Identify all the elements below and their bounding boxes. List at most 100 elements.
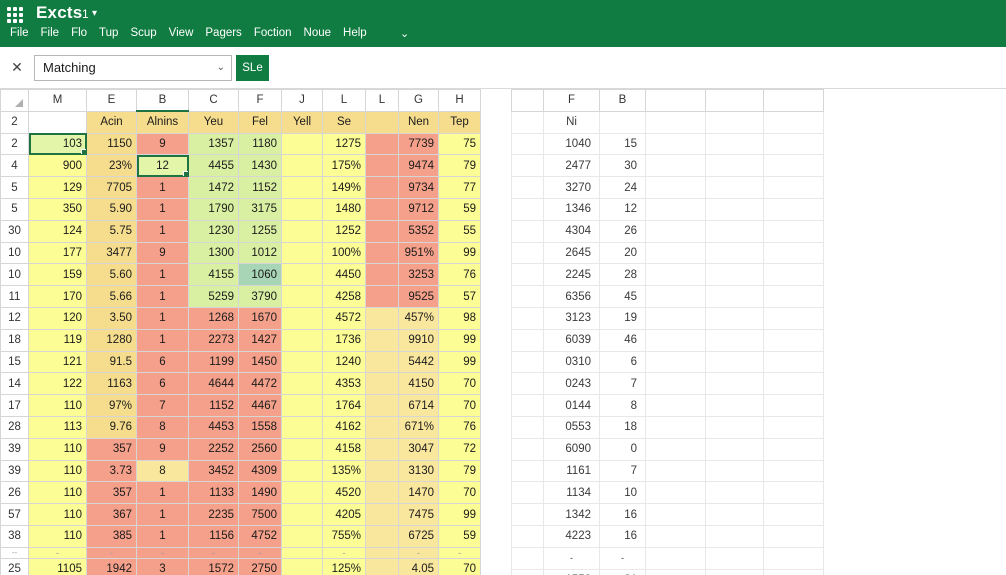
row-number[interactable]: 10 <box>0 241 29 265</box>
table-cell[interactable] <box>365 285 399 308</box>
row-number[interactable]: 26 <box>0 481 29 505</box>
table-row[interactable]: 3123 19 <box>511 306 824 330</box>
table-row[interactable]: 1346 12 <box>511 197 824 221</box>
table-cell[interactable]: 15 <box>599 132 646 156</box>
table-cell[interactable]: 1230 <box>188 219 239 243</box>
table-row[interactable]: 15 121 91.5 6 1199 1450 1240 5442 99 <box>0 350 481 374</box>
right-blank-cell[interactable] <box>511 503 544 526</box>
right-empty-cell[interactable] <box>763 176 824 199</box>
table-cell[interactable]: 3253 <box>398 263 439 287</box>
table-cell[interactable]: 110 <box>28 503 87 526</box>
table-cell[interactable]: 1 <box>136 197 189 221</box>
column-label-fel-4[interactable]: Fel <box>238 110 282 134</box>
right-blank-cell[interactable] <box>511 241 544 265</box>
right-empty-cell[interactable] <box>705 481 764 505</box>
menu-item-file-0[interactable]: File <box>4 25 35 41</box>
table-cell[interactable]: 1764 <box>322 394 366 417</box>
table-cell[interactable] <box>365 557 399 575</box>
table-cell[interactable]: 110 <box>28 437 87 461</box>
table-cell[interactable]: 99 <box>438 328 481 352</box>
table-cell[interactable] <box>365 503 399 526</box>
table-cell[interactable] <box>365 459 399 483</box>
right-empty-cell[interactable] <box>705 524 764 548</box>
table-cell[interactable] <box>365 132 399 156</box>
table-cell[interactable]: 4.05 <box>398 557 439 575</box>
table-row[interactable]: 1040 15 <box>511 132 824 156</box>
right-empty-cell[interactable] <box>645 241 706 265</box>
table-cell[interactable]: 1255 <box>238 219 282 243</box>
table-cell[interactable]: 1572 <box>188 557 239 575</box>
table-cell[interactable]: 6090 <box>543 437 600 461</box>
table-cell[interactable]: 79 <box>438 154 481 178</box>
right-blank-cell[interactable] <box>511 350 544 374</box>
right-blank-cell[interactable] <box>511 285 544 308</box>
spreadsheet-grid[interactable]: MEBCFJLLGH 2 Acin Alnins Yeu Fel Yell Se Nen Tep… <box>0 89 1006 575</box>
table-cell[interactable]: 6 <box>136 350 189 374</box>
table-cell[interactable]: 16 <box>599 503 646 526</box>
table-row[interactable]: 26 110 357 1 1133 1490 4520 1470 70 <box>0 481 481 505</box>
table-cell[interactable]: 6356 <box>543 285 600 308</box>
table-cell[interactable]: 6 <box>136 372 189 396</box>
table-cell[interactable]: 1430 <box>238 154 282 178</box>
row-number[interactable]: 57 <box>0 503 29 526</box>
table-cell[interactable] <box>281 176 323 199</box>
table-cell[interactable]: 1133 <box>188 481 239 505</box>
table-cell[interactable]: 1 <box>136 285 189 308</box>
right-empty-cell[interactable] <box>705 306 764 330</box>
table-cell[interactable]: 5259 <box>188 285 239 308</box>
table-cell[interactable] <box>281 241 323 265</box>
table-cell[interactable]: 91.5 <box>86 350 137 374</box>
right-blank-cell[interactable] <box>511 415 544 439</box>
table-row[interactable]: 14 122 1163 6 4644 4472 4353 4150 70 <box>0 372 481 396</box>
table-cell[interactable]: 3790 <box>238 285 282 308</box>
table-cell[interactable]: 3270 <box>543 176 600 199</box>
right-blank-cell[interactable] <box>511 219 544 243</box>
table-cell[interactable]: 103 <box>28 132 87 156</box>
table-cell[interactable]: 1490 <box>238 481 282 505</box>
table-cell[interactable]: 9 <box>136 132 189 156</box>
table-cell[interactable] <box>365 176 399 199</box>
right-empty-cell[interactable] <box>705 285 764 308</box>
search-input[interactable]: Matching ⌄ <box>34 54 232 81</box>
table-cell[interactable]: 3175 <box>238 197 282 221</box>
table-row[interactable]: 1161 7 <box>511 459 824 483</box>
menu-item-view-5[interactable]: View <box>163 25 200 41</box>
table-cell[interactable]: 23% <box>86 154 137 178</box>
column-header-empty-2[interactable] <box>763 89 824 112</box>
table-cell[interactable]: 121 <box>28 350 87 374</box>
row-number[interactable]: 5 <box>0 176 29 199</box>
table-cell[interactable] <box>281 263 323 287</box>
table-cell[interactable]: 1558 <box>238 415 282 439</box>
table-cell[interactable]: 1 <box>136 503 189 526</box>
table-cell[interactable]: 70 <box>438 394 481 417</box>
table-cell[interactable]: 0144 <box>543 394 600 417</box>
column-header-l-6[interactable]: L <box>322 89 366 112</box>
menu-item-tup-3[interactable]: Tup <box>93 25 124 41</box>
column-header-g-8[interactable]: G <box>398 89 439 112</box>
app-grid-icon[interactable] <box>7 7 23 23</box>
table-cell[interactable]: 4155 <box>188 263 239 287</box>
table-cell[interactable]: 1161 <box>543 459 600 483</box>
right-empty-cell[interactable] <box>763 241 824 265</box>
table-cell[interactable] <box>365 263 399 287</box>
table-cell[interactable]: 7475 <box>398 503 439 526</box>
right-empty-cell[interactable] <box>645 154 706 178</box>
column-header-c-3[interactable]: C <box>188 89 239 112</box>
table-cell[interactable] <box>281 557 323 575</box>
row-number[interactable]: 18 <box>0 328 29 352</box>
row-number[interactable]: 4 <box>0 154 29 178</box>
table-cell[interactable]: 4453 <box>188 415 239 439</box>
table-cell[interactable]: 75 <box>438 132 481 156</box>
table-cell[interactable]: 0310 <box>543 350 600 374</box>
right-label-blank[interactable] <box>511 110 544 134</box>
column-label-yell-5[interactable]: Yell <box>281 110 323 134</box>
table-cell[interactable]: 1 <box>136 481 189 505</box>
table-cell[interactable]: 1040 <box>543 132 600 156</box>
table-cell[interactable] <box>365 394 399 417</box>
table-cell[interactable] <box>281 481 323 505</box>
right-blank-cell[interactable] <box>511 481 544 505</box>
right-empty-cell[interactable] <box>763 263 824 287</box>
table-row[interactable]: 5 129 7705 1 1472 1152 149% 9734 77 <box>0 176 481 199</box>
table-cell[interactable]: 4572 <box>322 306 366 330</box>
right-empty-cell[interactable] <box>763 154 824 178</box>
